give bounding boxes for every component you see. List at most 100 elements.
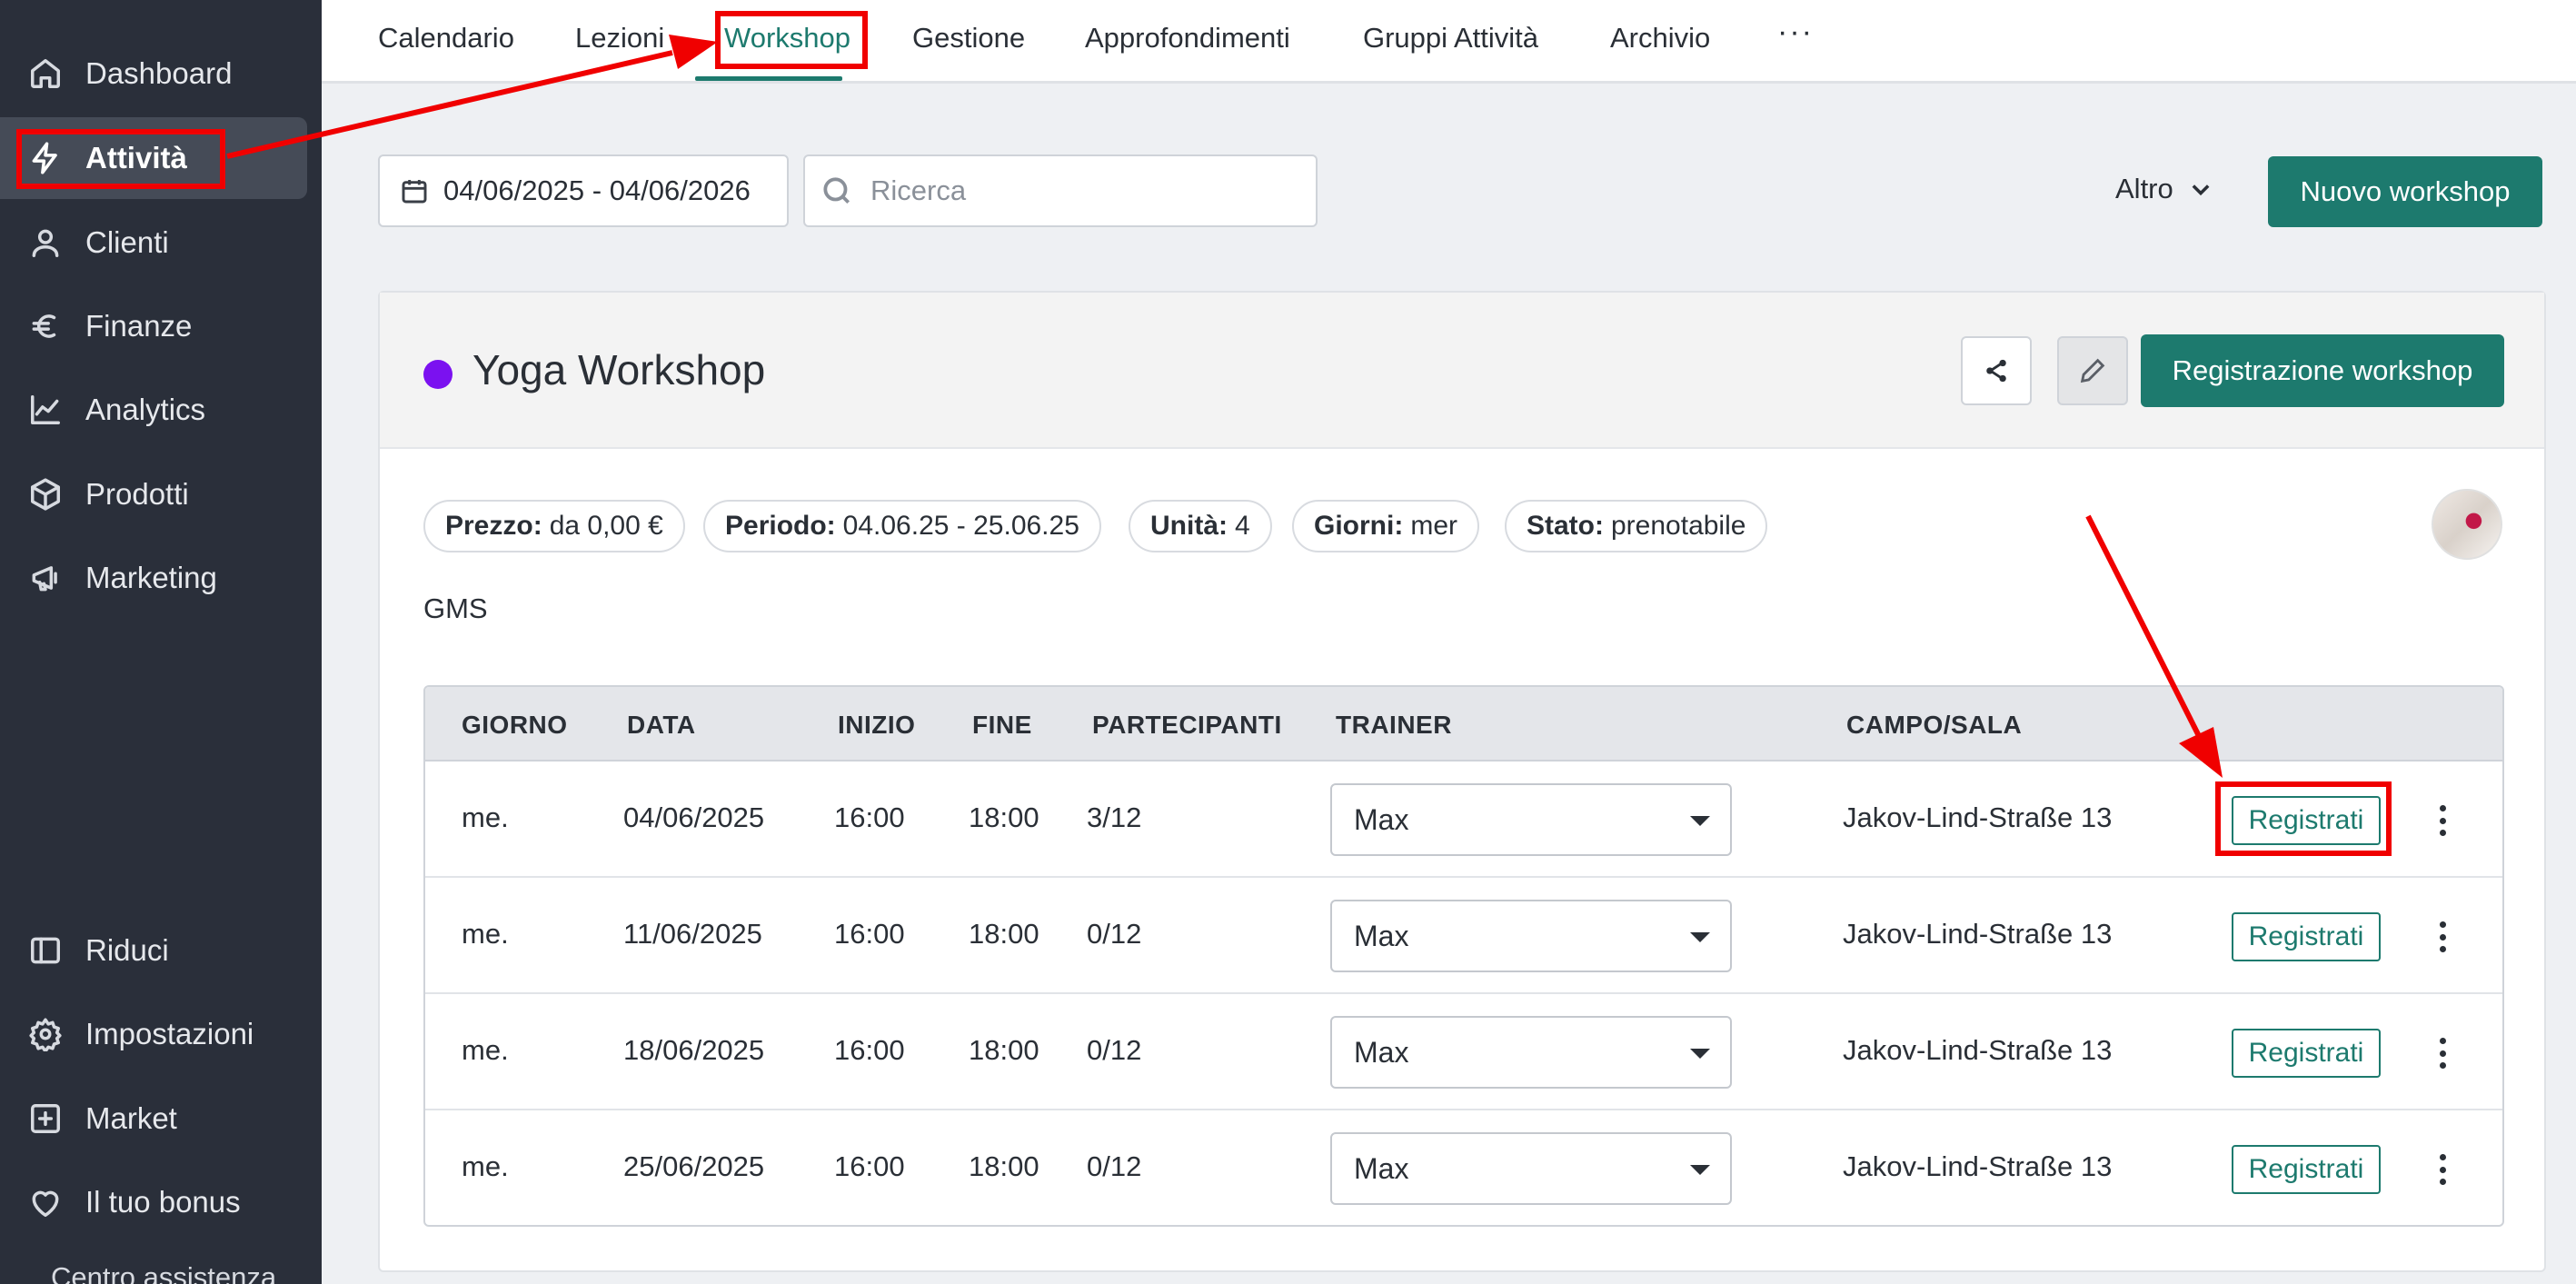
plus-square-icon — [27, 1100, 64, 1137]
trainer-select[interactable]: Max — [1330, 783, 1732, 856]
workshop-title: Yoga Workshop — [472, 346, 766, 393]
sidebar-item-clienti[interactable]: Clienti — [0, 202, 307, 284]
cell-end: 18:00 — [969, 1034, 1039, 1066]
sidebar-item-label: Dashboard — [85, 56, 233, 90]
sidebar-item-dashboard[interactable]: Dashboard — [0, 33, 307, 114]
sidebar-item-label: Impostazioni — [85, 1017, 254, 1050]
cell-participants: 3/12 — [1087, 801, 1142, 833]
caret-down-icon — [1690, 932, 1710, 942]
more-tabs-icon[interactable]: ··· — [1777, 15, 1814, 50]
meta-key: Periodo: — [725, 511, 836, 541]
chart-line-icon — [27, 392, 64, 428]
sidebar-item-riduci[interactable]: Riduci — [0, 910, 307, 991]
column-header: INIZIO — [838, 711, 916, 739]
search-input[interactable] — [870, 174, 1288, 207]
date-range-picker[interactable]: 04/06/2025 - 04/06/2026 — [378, 154, 789, 227]
sidebar-item-label: Prodotti — [85, 477, 189, 511]
cell-room: Jakov-Lind-Straße 13 — [1843, 801, 2113, 833]
new-workshop-button[interactable]: Nuovo workshop — [2268, 156, 2542, 227]
sidebar-item-impostazioni[interactable]: Impostazioni — [0, 993, 307, 1075]
register-session-button[interactable]: Registrati — [2232, 1145, 2381, 1194]
tab-approfondimenti[interactable]: Approfondimenti — [1085, 22, 1290, 55]
top-tabs: Calendario Lezioni Workshop Gestione App… — [322, 0, 2576, 84]
more-dropdown[interactable]: Altro — [2115, 173, 2213, 205]
sidebar-item-label: Marketing — [85, 561, 217, 594]
cell-day: me. — [462, 801, 509, 833]
heart-icon — [27, 1184, 64, 1220]
cell-date: 18/06/2025 — [623, 1034, 765, 1066]
workshop-description: GMS — [423, 592, 488, 624]
sidebar-item-bonus[interactable]: Il tuo bonus — [0, 1161, 307, 1243]
sidebar-item-label: Clienti — [85, 225, 169, 259]
cell-start: 16:00 — [834, 1034, 905, 1066]
workshop-color-dot — [423, 360, 453, 389]
sidebar-item-analytics[interactable]: Analytics — [0, 369, 307, 451]
sidebar-item-label: Finanze — [85, 309, 193, 343]
meta-key: Prezzo: — [445, 511, 542, 541]
trainer-select[interactable]: Max — [1330, 1132, 1732, 1205]
active-tab-indicator — [695, 76, 842, 81]
workshop-image — [2432, 489, 2502, 560]
tab-gestione[interactable]: Gestione — [912, 22, 1025, 55]
cell-date: 04/06/2025 — [623, 801, 765, 833]
gear-icon — [27, 1016, 64, 1052]
sidebar-item-marketing[interactable]: Marketing — [0, 537, 307, 619]
cell-end: 18:00 — [969, 801, 1039, 833]
column-header: GIORNO — [462, 711, 568, 739]
sidebar-collapse-icon — [27, 932, 64, 969]
meta-value: da 0,00 € — [549, 511, 663, 541]
annotation-box-registrati — [2215, 781, 2392, 856]
cell-participants: 0/12 — [1087, 1034, 1142, 1066]
edit-button[interactable] — [2057, 336, 2128, 405]
trainer-select-value: Max — [1354, 802, 1409, 836]
sidebar-item-prodotti[interactable]: Prodotti — [0, 453, 307, 535]
row-menu-icon[interactable] — [2433, 1149, 2452, 1190]
tab-lezioni[interactable]: Lezioni — [575, 22, 664, 55]
trainer-select-value: Max — [1354, 1151, 1409, 1185]
cell-room: Jakov-Lind-Straße 13 — [1843, 918, 2113, 950]
row-menu-icon[interactable] — [2433, 916, 2452, 958]
row-menu-icon[interactable] — [2433, 800, 2452, 841]
box-icon — [27, 476, 64, 513]
caret-down-icon — [1690, 816, 1710, 826]
help-center-link[interactable]: Centro assistenza — [51, 1261, 276, 1284]
column-header: CAMPO/SALA — [1846, 711, 2023, 739]
cell-start: 16:00 — [834, 1150, 905, 1182]
table-row: me. 25/06/2025 16:00 18:00 0/12 Max Jako… — [425, 1110, 2502, 1225]
home-icon — [27, 55, 64, 92]
meta-value: prenotabile — [1611, 511, 1746, 541]
more-dropdown-label: Altro — [2115, 173, 2173, 204]
register-session-button[interactable]: Registrati — [2232, 1029, 2381, 1078]
annotation-box-attivita — [16, 129, 225, 189]
search-box[interactable] — [803, 154, 1318, 227]
column-header: PARTECIPANTI — [1092, 711, 1282, 739]
sidebar-item-finanze[interactable]: Finanze — [0, 285, 307, 367]
date-range-value: 04/06/2025 - 04/06/2026 — [443, 174, 751, 206]
trainer-select[interactable]: Max — [1330, 900, 1732, 972]
register-workshop-button[interactable]: Registrazione workshop — [2141, 334, 2504, 407]
column-header: FINE — [972, 711, 1032, 739]
row-menu-icon[interactable] — [2433, 1032, 2452, 1074]
share-button[interactable] — [1961, 336, 2032, 405]
register-session-button[interactable]: Registrati — [2232, 912, 2381, 961]
meta-value: mer — [1410, 511, 1457, 541]
tab-calendario[interactable]: Calendario — [378, 22, 514, 55]
sidebar-item-label: Market — [85, 1101, 177, 1135]
caret-down-icon — [1690, 1165, 1710, 1175]
meta-period: Periodo: 04.06.25 - 25.06.25 — [703, 500, 1101, 552]
tab-archivio[interactable]: Archivio — [1610, 22, 1710, 55]
sidebar-item-market[interactable]: Market — [0, 1078, 307, 1160]
sidebar-item-label: Riduci — [85, 933, 169, 967]
cell-date: 25/06/2025 — [623, 1150, 765, 1182]
tab-gruppi-attivita[interactable]: Gruppi Attività — [1363, 22, 1538, 55]
annotation-box-workshop-tab — [715, 11, 868, 69]
sidebar-item-label: Analytics — [85, 393, 206, 426]
meta-value: 04.06.25 - 25.06.25 — [842, 511, 1079, 541]
trainer-select-value: Max — [1354, 919, 1409, 952]
cell-room: Jakov-Lind-Straße 13 — [1843, 1150, 2113, 1182]
megaphone-icon — [27, 560, 64, 596]
table-header: GIORNO DATA INIZIO FINE PARTECIPANTI TRA… — [425, 687, 2502, 761]
workshop-card-header: Yoga Workshop Registrazione workshop — [380, 293, 2544, 449]
search-icon — [823, 177, 850, 204]
trainer-select[interactable]: Max — [1330, 1016, 1732, 1089]
